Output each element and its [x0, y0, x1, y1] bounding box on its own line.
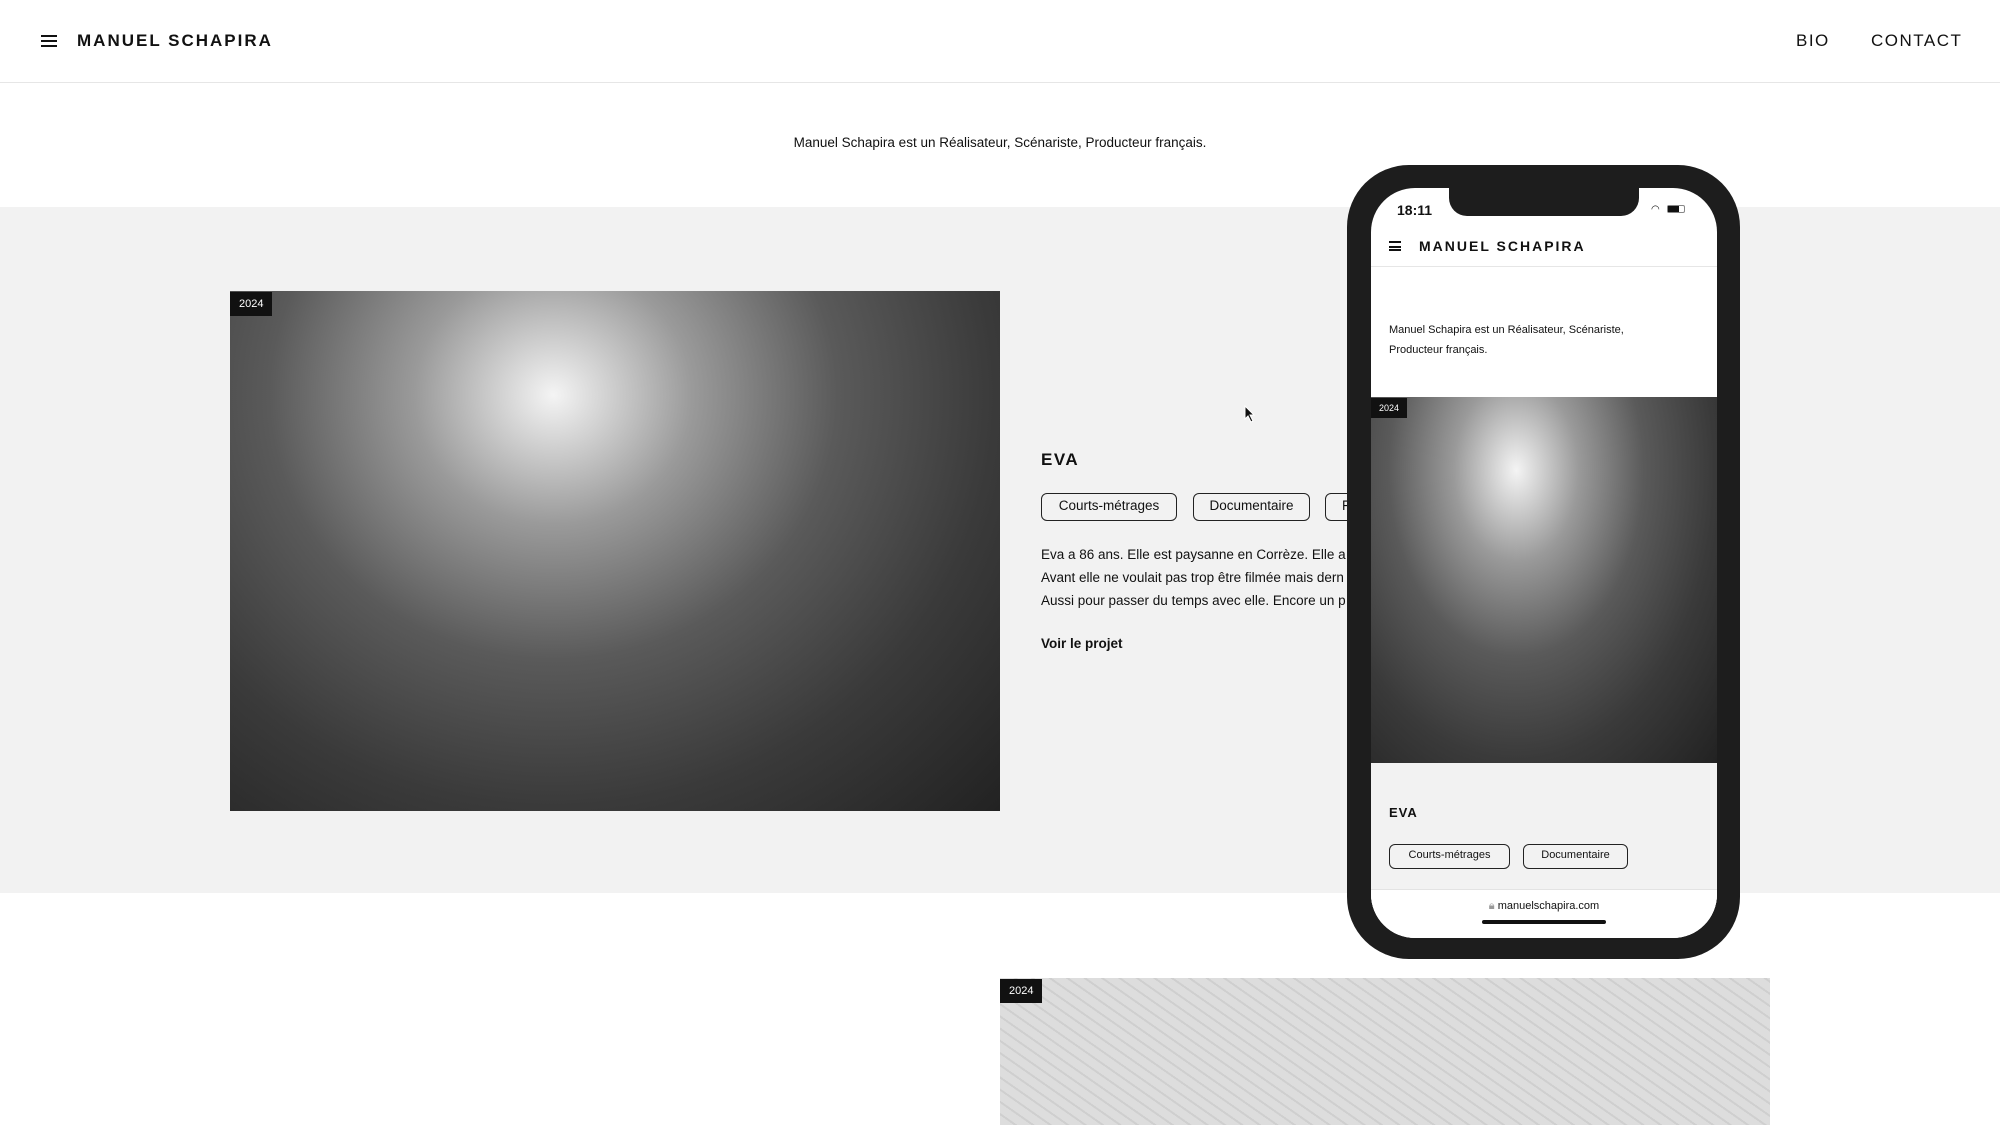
project-image[interactable] — [230, 291, 1000, 811]
phone-intro: Manuel Schapira est un Réalisateur, Scén… — [1389, 324, 1624, 356]
wifi-icon: ◠ — [1651, 204, 1660, 215]
project-title[interactable]: EVA — [1041, 450, 1079, 470]
phone-mockup: 18:11 ◠ MANUEL SCHAPIRA Manuel Schapira … — [1347, 165, 1740, 959]
nav-bio[interactable]: BIO — [1796, 31, 1830, 51]
description-line: Avant elle ne voulait pas trop être film… — [1041, 570, 1344, 585]
description-line: Eva a 86 ans. Elle est paysanne en Corrè… — [1041, 547, 1346, 562]
project-description: Eva a 86 ans. Elle est paysanne en Corrè… — [1041, 543, 1351, 612]
intro-text: Manuel Schapira est un Réalisateur, Scén… — [793, 135, 1207, 150]
phone-screen: 18:11 ◠ MANUEL SCHAPIRA Manuel Schapira … — [1371, 188, 1717, 938]
year-badge: 2024 — [1000, 979, 1043, 1003]
phone-tag: Courts-métrages — [1389, 844, 1510, 869]
hamburger-menu-icon — [1389, 241, 1401, 251]
site-header: MANUEL SCHAPIRA BIO CONTACT — [0, 0, 2000, 83]
phone-logo: MANUEL SCHAPIRA — [1419, 238, 1586, 254]
hamburger-menu-icon[interactable] — [41, 35, 57, 47]
view-project-link[interactable]: Voir le projet — [1041, 636, 1123, 651]
next-project-image[interactable] — [1000, 978, 1770, 1125]
year-badge: 2024 — [230, 292, 273, 316]
phone-time: 18:11 — [1397, 202, 1433, 218]
phone-project-image — [1371, 397, 1717, 763]
phone-url-bar: 🔒︎ manuelschapira.com — [1371, 889, 1717, 938]
home-indicator — [1482, 920, 1606, 924]
description-line: Aussi pour passer du temps avec elle. En… — [1041, 593, 1346, 608]
phone-tag: Documentaire — [1523, 844, 1628, 869]
phone-project-title: EVA — [1389, 805, 1418, 820]
tag-courts-metrages[interactable]: Courts-métrages — [1041, 493, 1177, 521]
phone-notch — [1449, 188, 1639, 216]
phone-url: manuelschapira.com — [1497, 900, 1600, 912]
site-logo[interactable]: MANUEL SCHAPIRA — [77, 31, 273, 51]
battery-icon — [1667, 205, 1685, 213]
tag-documentaire[interactable]: Documentaire — [1193, 493, 1310, 521]
cursor-icon — [1244, 405, 1256, 423]
year-badge: 2024 — [1371, 398, 1408, 418]
lock-icon: 🔒︎ — [1488, 900, 1498, 912]
nav-contact[interactable]: CONTACT — [1871, 31, 1962, 51]
